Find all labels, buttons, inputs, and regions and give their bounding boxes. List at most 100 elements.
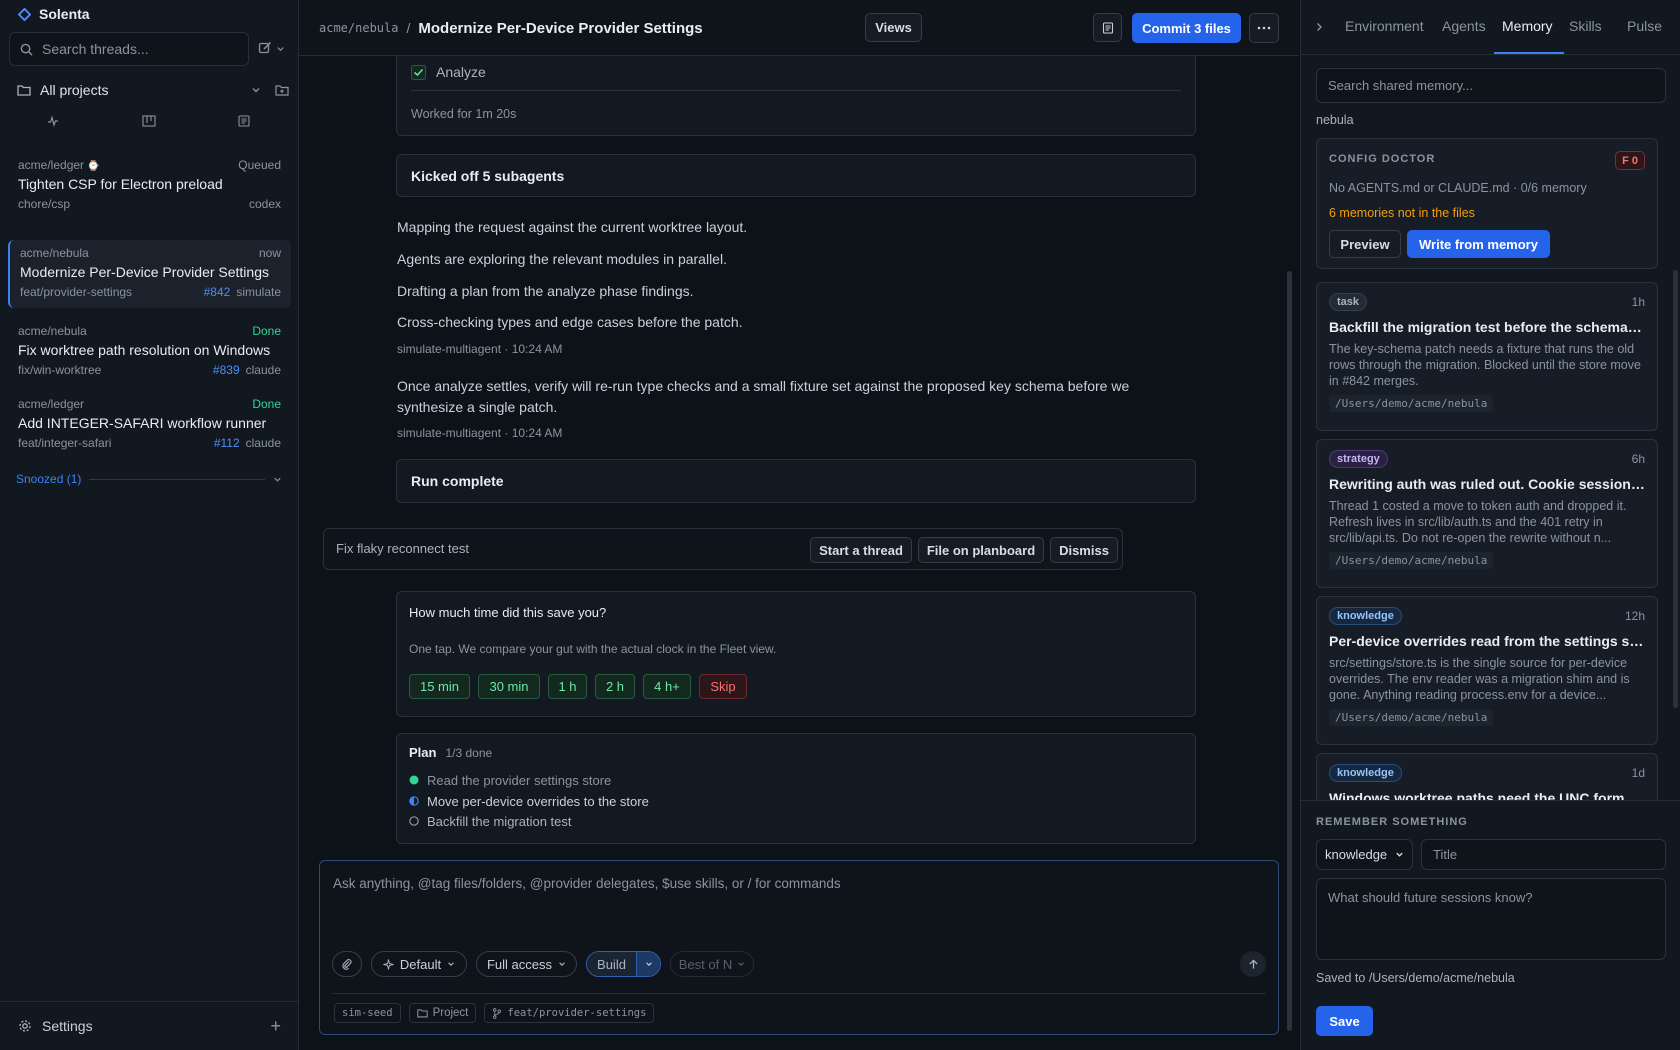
settings-button[interactable]: Settings <box>42 1018 93 1034</box>
config-warning: 6 memories not in the files <box>1329 206 1475 220</box>
seed-chip[interactable]: sim-seed <box>334 1003 401 1023</box>
worked-for: Worked for 1m 20s <box>411 107 517 121</box>
conversation: Analyze Worked for 1m 20s Kicked off 5 s… <box>299 56 1299 1050</box>
time-option-4h[interactable]: 4 h+ <box>643 674 691 699</box>
memory-title-input[interactable]: Title <box>1421 839 1666 870</box>
snoozed-toggle[interactable]: Snoozed (1) <box>16 470 282 488</box>
chevron-down-icon[interactable] <box>251 85 261 95</box>
brand: Solenta <box>18 5 90 23</box>
write-from-memory-button[interactable]: Write from memory <box>1407 230 1550 258</box>
thread-pr[interactable]: #839 <box>213 363 240 377</box>
chevron-right-icon[interactable] <box>1315 20 1324 34</box>
build-button-group: Build <box>586 951 661 977</box>
sparkle-icon <box>383 958 394 970</box>
composer-input[interactable]: Ask anything, @tag files/folders, @provi… <box>333 876 841 891</box>
time-option-15min[interactable]: 15 min <box>409 674 470 699</box>
memory-card[interactable]: knowledge 12h Per-device overrides read f… <box>1316 596 1658 745</box>
send-button[interactable] <box>1240 951 1266 977</box>
remember-label: REMEMBER SOMETHING <box>1316 816 1468 828</box>
tab-agents[interactable]: Agents <box>1442 18 1486 38</box>
tab-skills[interactable]: Skills <box>1569 18 1602 38</box>
breadcrumb: acme/nebula / Modernize Per-Device Provi… <box>319 17 703 39</box>
divider <box>411 90 1181 91</box>
message-meta: simulate-multiagent · 10:24 AM <box>397 426 563 440</box>
survey-card: How much time did this save you? One tap… <box>396 591 1196 717</box>
tab-memory[interactable]: Memory <box>1502 18 1553 38</box>
memory-path: /Users/demo/acme/nebula <box>1329 709 1494 726</box>
planboard-button[interactable]: File on planboard <box>918 537 1044 563</box>
best-of-n-dropdown[interactable]: Best of N <box>670 951 754 977</box>
breadcrumb-repo[interactable]: acme/nebula <box>319 21 398 35</box>
memory-title: Rewriting auth was ruled out. Cookie ses… <box>1329 476 1645 492</box>
mode-dropdown[interactable]: Default <box>371 951 467 977</box>
config-doctor-card: CONFIG DOCTOR F 0 No AGENTS.md or CLAUDE… <box>1316 138 1658 269</box>
new-thread-button[interactable] <box>258 41 285 55</box>
pending-circle-icon <box>409 816 419 826</box>
divider <box>89 478 265 480</box>
branch-chip[interactable]: feat/provider-settings <box>484 1003 655 1023</box>
thread-item[interactable]: acme/ledger ⌚ Queued Tighten CSP for Elec… <box>8 152 291 220</box>
memory-list: task 1h Backfill the migration test befor… <box>1301 280 1680 800</box>
scrollbar[interactable] <box>1287 271 1292 1031</box>
thread-item[interactable]: acme/nebula Done Fix worktree path resolu… <box>8 318 291 386</box>
memory-card[interactable]: task 1h Backfill the migration test befor… <box>1316 282 1658 431</box>
thread-pr[interactable]: #112 <box>214 436 240 450</box>
more-icon <box>1257 26 1271 30</box>
build-options-button[interactable] <box>636 952 660 976</box>
search-icon <box>20 43 33 56</box>
memory-body-textarea[interactable]: What should future sessions know? <box>1316 878 1666 960</box>
thread-title: Modernize Per-Device Provider Settings <box>20 264 269 280</box>
memory-card[interactable]: strategy 6h Rewriting auth was ruled out.… <box>1316 439 1658 588</box>
add-icon[interactable]: + <box>270 1016 281 1037</box>
tab-environment[interactable]: Environment <box>1345 18 1424 38</box>
panel-tabs: Environment Agents Memory Skills Pulse <box>1301 0 1680 55</box>
memory-title: Per-device overrides read from the setti… <box>1329 633 1645 649</box>
time-option-2h[interactable]: 2 h <box>595 674 635 699</box>
save-button[interactable]: Save <box>1316 1006 1373 1036</box>
attach-button[interactable] <box>332 951 362 977</box>
memory-search-input[interactable]: Search shared memory... <box>1316 68 1666 103</box>
chevron-down-icon <box>558 960 566 968</box>
memory-body: The key-schema patch needs a fixture tha… <box>1329 342 1641 388</box>
build-button[interactable]: Build <box>587 952 636 976</box>
time-option-30min[interactable]: 30 min <box>478 674 540 699</box>
activity-icon[interactable] <box>47 115 59 127</box>
thread-pr[interactable]: #842 <box>204 285 231 299</box>
thread-item[interactable]: acme/ledger Done Add INTEGER-SAFARI workf… <box>8 391 291 459</box>
access-dropdown[interactable]: Full access <box>476 951 577 977</box>
suggestion-text: Fix flaky reconnect test <box>336 541 469 556</box>
thread-repo: acme/ledger <box>18 396 85 411</box>
thread-status: Done <box>252 396 281 411</box>
thread-repo: acme/nebula <box>18 323 87 338</box>
memory-title: Backfill the migration test before the s… <box>1329 319 1645 335</box>
scrollbar[interactable] <box>1673 270 1678 708</box>
thread-repo: acme/ledger ⌚ <box>18 157 100 172</box>
dismiss-button[interactable]: Dismiss <box>1050 537 1118 563</box>
preview-button[interactable]: Preview <box>1329 230 1401 258</box>
project-selector[interactable]: All projects <box>17 79 289 101</box>
suggestion-card: Fix flaky reconnect test Start a thread … <box>323 528 1123 570</box>
access-label: Full access <box>486 956 553 972</box>
skip-button[interactable]: Skip <box>699 674 747 699</box>
run-complete-card[interactable]: Run complete <box>396 459 1196 503</box>
thread-item-active[interactable]: acme/nebula now Modernize Per-Device Prov… <box>8 240 291 308</box>
project-chip[interactable]: Project <box>408 1003 477 1023</box>
board-icon[interactable] <box>142 115 156 127</box>
new-folder-icon[interactable] <box>275 84 289 96</box>
more-button[interactable] <box>1249 13 1279 43</box>
divider <box>332 993 1266 994</box>
notes-button[interactable] <box>1093 13 1122 42</box>
thread-search-input[interactable]: Search threads... <box>9 32 249 66</box>
tab-pulse[interactable]: Pulse <box>1627 18 1662 38</box>
time-option-1h[interactable]: 1 h <box>548 674 587 699</box>
memory-type-select[interactable]: knowledge <box>1316 839 1413 870</box>
memory-card[interactable]: knowledge 1d Windows worktree paths need … <box>1316 753 1658 800</box>
saved-to-label: Saved to /Users/demo/acme/nebula <box>1316 971 1515 985</box>
views-button[interactable]: Views <box>865 13 922 42</box>
subagents-card[interactable]: Kicked off 5 subagents <box>396 154 1196 197</box>
thread-status: Queued <box>238 157 281 172</box>
remember-form: REMEMBER SOMETHING knowledge Title What … <box>1301 800 1680 1050</box>
commit-button[interactable]: Commit 3 files <box>1132 13 1241 43</box>
start-thread-button[interactable]: Start a thread <box>810 537 912 563</box>
list-icon[interactable] <box>238 115 250 127</box>
